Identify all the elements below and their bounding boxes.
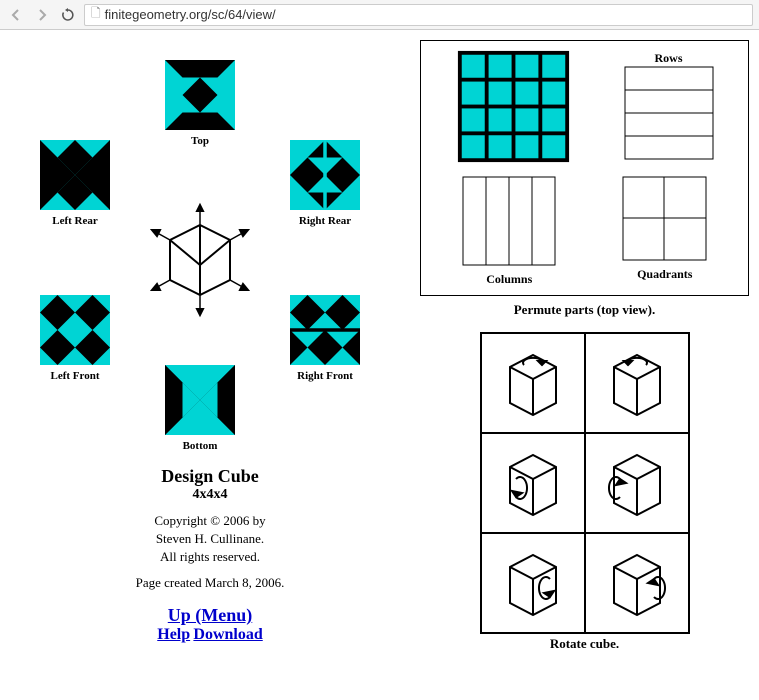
forward-button[interactable] bbox=[32, 5, 52, 25]
face-right-front-label: Right Front bbox=[290, 370, 360, 382]
cube-wireframe bbox=[150, 200, 250, 325]
rotate-left-ccw[interactable] bbox=[481, 433, 585, 533]
copyright-line-1: Copyright © 2006 by bbox=[10, 513, 410, 529]
rotate-top-cw[interactable] bbox=[585, 333, 689, 433]
permute-columns[interactable]: Columns bbox=[462, 176, 557, 287]
copyright-line-2: Steven H. Cullinane. bbox=[10, 531, 410, 547]
page-title: Design Cube bbox=[10, 466, 410, 487]
face-right-rear-label: Right Rear bbox=[290, 215, 360, 227]
permute-caption: Permute parts (top view). bbox=[420, 302, 749, 318]
download-link[interactable]: Download bbox=[193, 626, 262, 643]
cube-faces-layout: Top Left Rear Right Rear bbox=[10, 40, 390, 460]
rotate-panel bbox=[480, 332, 690, 634]
rotate-right-ccw[interactable] bbox=[481, 533, 585, 633]
rotate-top-ccw[interactable] bbox=[481, 333, 585, 433]
pattern-top bbox=[165, 60, 235, 130]
permute-quadrants[interactable]: Quadrants bbox=[622, 176, 707, 282]
face-right-front[interactable]: Right Front bbox=[290, 295, 360, 382]
url-text: finitegeometry.org/sc/64/view/ bbox=[105, 7, 276, 22]
face-left-front-label: Left Front bbox=[40, 370, 110, 382]
back-button[interactable] bbox=[6, 5, 26, 25]
permute-columns-label: Columns bbox=[462, 272, 557, 287]
browser-toolbar: 🗋 finitegeometry.org/sc/64/view/ bbox=[0, 0, 759, 30]
info-block: Design Cube 4x4x4 Copyright © 2006 by St… bbox=[10, 466, 410, 644]
face-left-front[interactable]: Left Front bbox=[40, 295, 110, 382]
face-bottom-label: Bottom bbox=[165, 440, 235, 452]
help-link[interactable]: Help bbox=[157, 626, 190, 643]
page-subtitle: 4x4x4 bbox=[10, 487, 410, 503]
face-right-rear[interactable]: Right Rear bbox=[290, 140, 360, 227]
permute-rows[interactable]: Rows bbox=[624, 49, 714, 165]
face-left-rear-label: Left Rear bbox=[40, 215, 110, 227]
rotate-left-cw[interactable] bbox=[585, 433, 689, 533]
pattern-left-rear bbox=[40, 140, 110, 210]
permute-grid-main[interactable] bbox=[456, 49, 571, 168]
permute-quadrants-label: Quadrants bbox=[622, 267, 707, 282]
face-left-rear[interactable]: Left Rear bbox=[40, 140, 110, 227]
rotate-caption: Rotate cube. bbox=[420, 636, 749, 652]
permute-panel: Rows Colum bbox=[420, 40, 749, 296]
pattern-bottom bbox=[165, 365, 235, 435]
url-bar[interactable]: 🗋 finitegeometry.org/sc/64/view/ bbox=[84, 4, 753, 26]
permute-rows-label: Rows bbox=[624, 51, 714, 66]
up-menu-link[interactable]: Up (Menu) bbox=[168, 605, 253, 625]
pattern-right-rear bbox=[290, 140, 360, 210]
face-top[interactable]: Top bbox=[165, 60, 235, 147]
reload-button[interactable] bbox=[58, 5, 78, 25]
pattern-left-front bbox=[40, 295, 110, 365]
face-top-label: Top bbox=[165, 135, 235, 147]
rotate-right-cw[interactable] bbox=[585, 533, 689, 633]
copyright-line-3: All rights reserved. bbox=[10, 549, 410, 565]
face-bottom[interactable]: Bottom bbox=[165, 365, 235, 452]
page-created: Page created March 8, 2006. bbox=[10, 575, 410, 591]
page-icon: 🗋 bbox=[91, 4, 101, 25]
pattern-right-front bbox=[290, 295, 360, 365]
